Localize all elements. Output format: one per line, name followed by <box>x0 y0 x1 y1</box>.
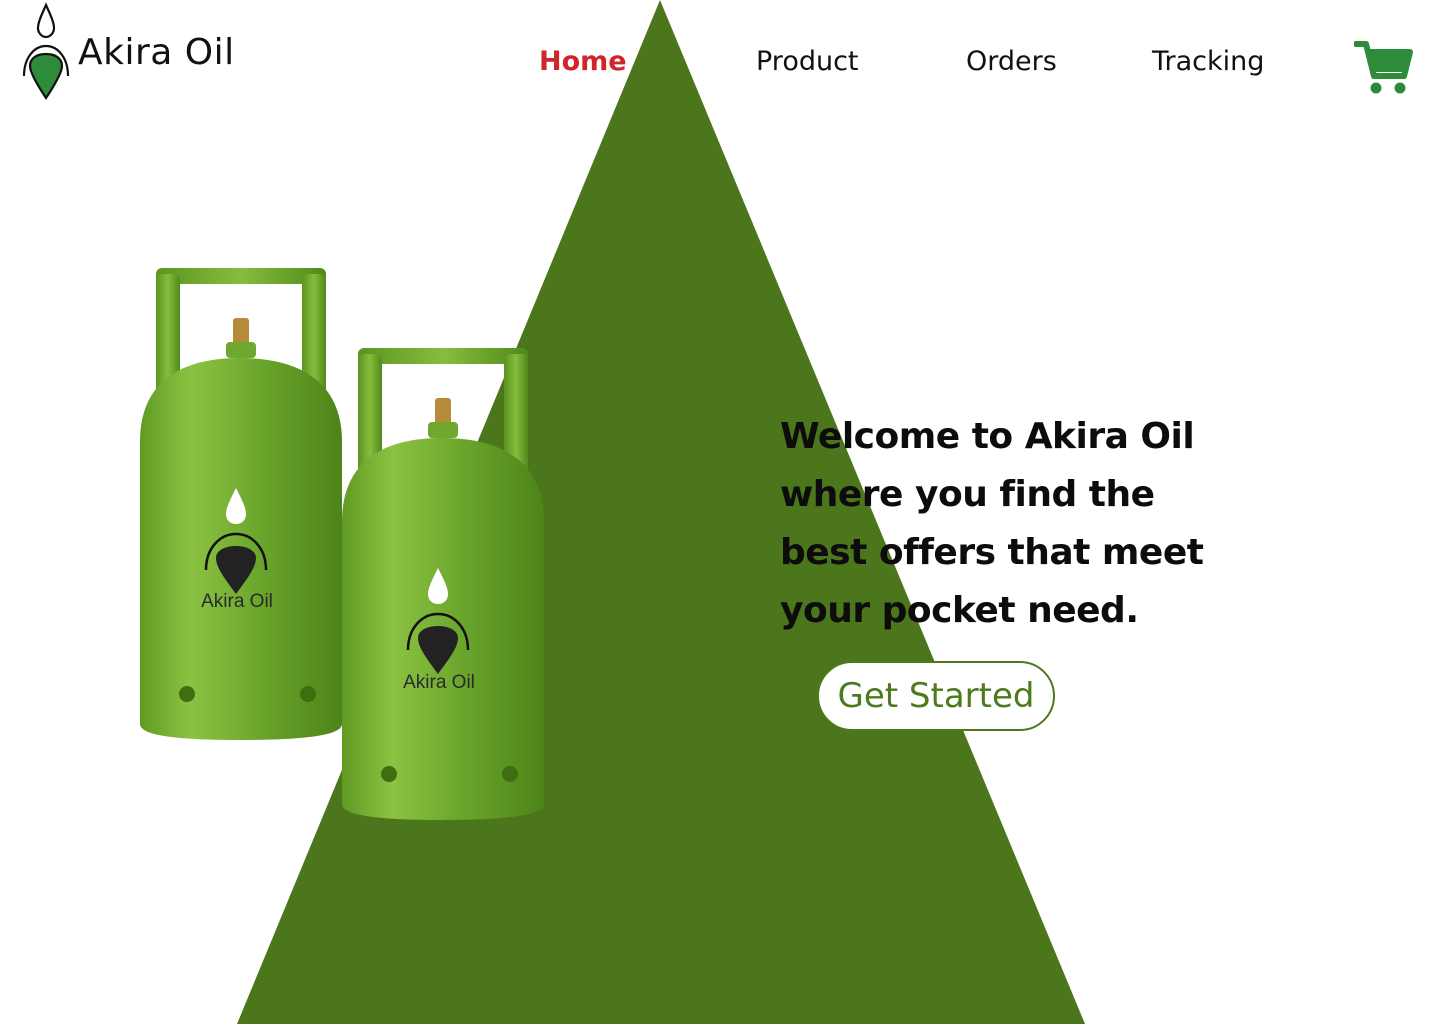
get-started-button[interactable]: Get Started <box>817 661 1055 731</box>
nav-item-home[interactable]: Home <box>539 44 627 80</box>
hero-section: Welcome to Akira Oil where you find the … <box>780 408 1250 640</box>
nav-item-tracking[interactable]: Tracking <box>1152 44 1264 80</box>
cylinder-brand-label: Akira Oil <box>403 672 475 693</box>
cylinder-front: Akira Oil <box>342 348 544 820</box>
main-nav: Home Product Orders Tracking <box>0 44 1440 84</box>
nav-item-product[interactable]: Product <box>756 44 859 80</box>
landing-page: Akira Oil Home Product Orders Tracking A… <box>0 0 1440 1024</box>
nav-item-orders[interactable]: Orders <box>966 44 1057 80</box>
cylinder-back: Akira Oil <box>140 268 342 740</box>
hero-headline: Welcome to Akira Oil where you find the … <box>780 416 1204 631</box>
gas-cylinders-image: Akira Oil Akira Oil <box>140 268 544 820</box>
cylinder-brand-label: Akira Oil <box>201 591 273 612</box>
shopping-cart-icon[interactable] <box>1354 38 1414 96</box>
